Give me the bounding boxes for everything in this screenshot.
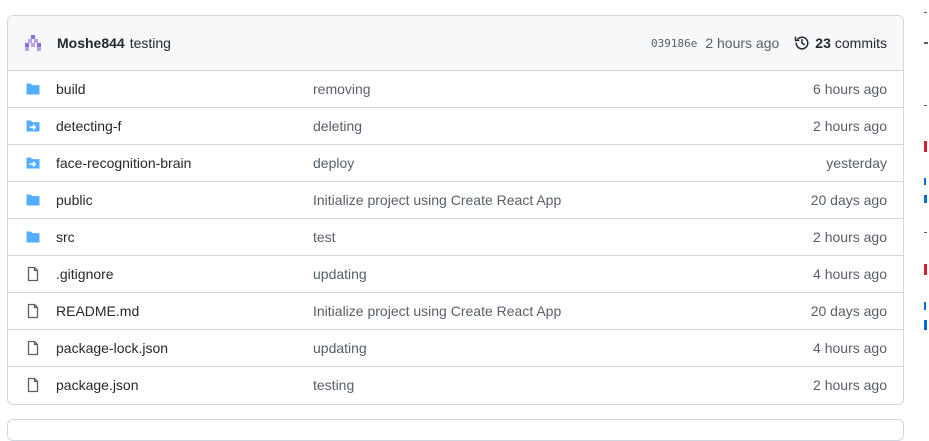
- avatar[interactable]: [22, 32, 44, 54]
- file-commit-age: 20 days ago: [810, 192, 887, 208]
- file-name-link[interactable]: package-lock.json: [56, 340, 168, 356]
- sidebar-fragment: [924, 141, 927, 152]
- file-row[interactable]: README.md Initialize project using Create…: [8, 292, 903, 329]
- file-name-link[interactable]: build: [56, 81, 86, 97]
- sidebar-fragment: [924, 320, 927, 330]
- commit-time: 2 hours ago: [705, 35, 780, 51]
- file-name-link[interactable]: public: [56, 192, 93, 208]
- sidebar-fragment: [924, 264, 927, 275]
- commit-author-link[interactable]: Moshe844: [57, 35, 125, 51]
- file-row[interactable]: package.json testing 2 hours ago: [8, 366, 903, 403]
- submodule-folder-icon: [25, 118, 41, 134]
- file-name-link[interactable]: src: [56, 229, 75, 245]
- file-row[interactable]: build removing 6 hours ago: [8, 71, 903, 107]
- folder-icon: [25, 81, 41, 97]
- sidebar-fragment: [924, 232, 927, 233]
- file-commit-message-link[interactable]: updating: [313, 266, 367, 282]
- file-commit-message-link[interactable]: deleting: [313, 118, 362, 134]
- file-icon: [25, 266, 41, 282]
- file-commit-age: 2 hours ago: [813, 229, 887, 245]
- file-commit-message-link[interactable]: updating: [313, 340, 367, 356]
- file-commit-message-link[interactable]: test: [313, 229, 336, 245]
- file-commit-age: yesterday: [826, 155, 887, 171]
- file-commit-age: 2 hours ago: [813, 377, 887, 393]
- commit-message-link[interactable]: testing: [130, 35, 171, 51]
- file-row[interactable]: detecting-f deleting 2 hours ago: [8, 107, 903, 144]
- file-commit-message-link[interactable]: Initialize project using Create React Ap…: [313, 303, 561, 319]
- commits-count: 23: [815, 35, 831, 51]
- folder-icon: [25, 192, 41, 208]
- file-commit-age: 4 hours ago: [813, 266, 887, 282]
- commits-history-link[interactable]: 23 commits: [794, 35, 887, 51]
- file-row[interactable]: face-recognition-brain deploy yesterday: [8, 144, 903, 181]
- history-icon: [794, 35, 810, 51]
- sidebar-fragment: [924, 178, 926, 185]
- file-icon: [25, 303, 41, 319]
- file-commit-age: 20 days ago: [810, 303, 887, 319]
- commits-label: commits: [834, 35, 887, 51]
- file-row[interactable]: package-lock.json updating 4 hours ago: [8, 329, 903, 366]
- file-commit-message-link[interactable]: Initialize project using Create React Ap…: [313, 192, 561, 208]
- identicon-icon: [25, 35, 41, 51]
- file-name-link[interactable]: README.md: [56, 303, 139, 319]
- sidebar-clipped: [924, 0, 929, 424]
- file-commit-age: 4 hours ago: [813, 340, 887, 356]
- readme-box-edge: [7, 419, 904, 441]
- folder-icon: [25, 229, 41, 245]
- sidebar-fragment: [924, 302, 926, 310]
- sidebar-fragment: [924, 42, 928, 44]
- file-icon: [25, 340, 41, 356]
- sidebar-fragment: [924, 195, 927, 203]
- file-row[interactable]: .gitignore updating 4 hours ago: [8, 255, 903, 292]
- file-row[interactable]: src test 2 hours ago: [8, 218, 903, 255]
- file-commit-message-link[interactable]: removing: [313, 81, 371, 97]
- file-icon: [25, 377, 41, 393]
- file-name-link[interactable]: .gitignore: [56, 266, 114, 282]
- file-commit-age: 2 hours ago: [813, 118, 887, 134]
- file-row[interactable]: public Initialize project using Create Re…: [8, 181, 903, 218]
- file-commit-age: 6 hours ago: [813, 81, 887, 97]
- file-commit-message-link[interactable]: testing: [313, 377, 354, 393]
- file-browser: Moshe844 testing 039186e 2 hours ago 23 …: [7, 15, 904, 405]
- file-name-link[interactable]: face-recognition-brain: [56, 155, 191, 171]
- file-commit-message-link[interactable]: deploy: [313, 155, 354, 171]
- submodule-folder-icon: [25, 155, 41, 171]
- sidebar-fragment: [924, 12, 927, 13]
- file-name-link[interactable]: detecting-f: [56, 118, 121, 134]
- latest-commit-header: Moshe844 testing 039186e 2 hours ago 23 …: [8, 16, 903, 71]
- commit-sha-link[interactable]: 039186e: [651, 37, 697, 50]
- sidebar-fragment: [924, 105, 927, 106]
- file-name-link[interactable]: package.json: [56, 377, 139, 393]
- file-list: build removing 6 hours ago detecting-f delet…: [8, 71, 903, 403]
